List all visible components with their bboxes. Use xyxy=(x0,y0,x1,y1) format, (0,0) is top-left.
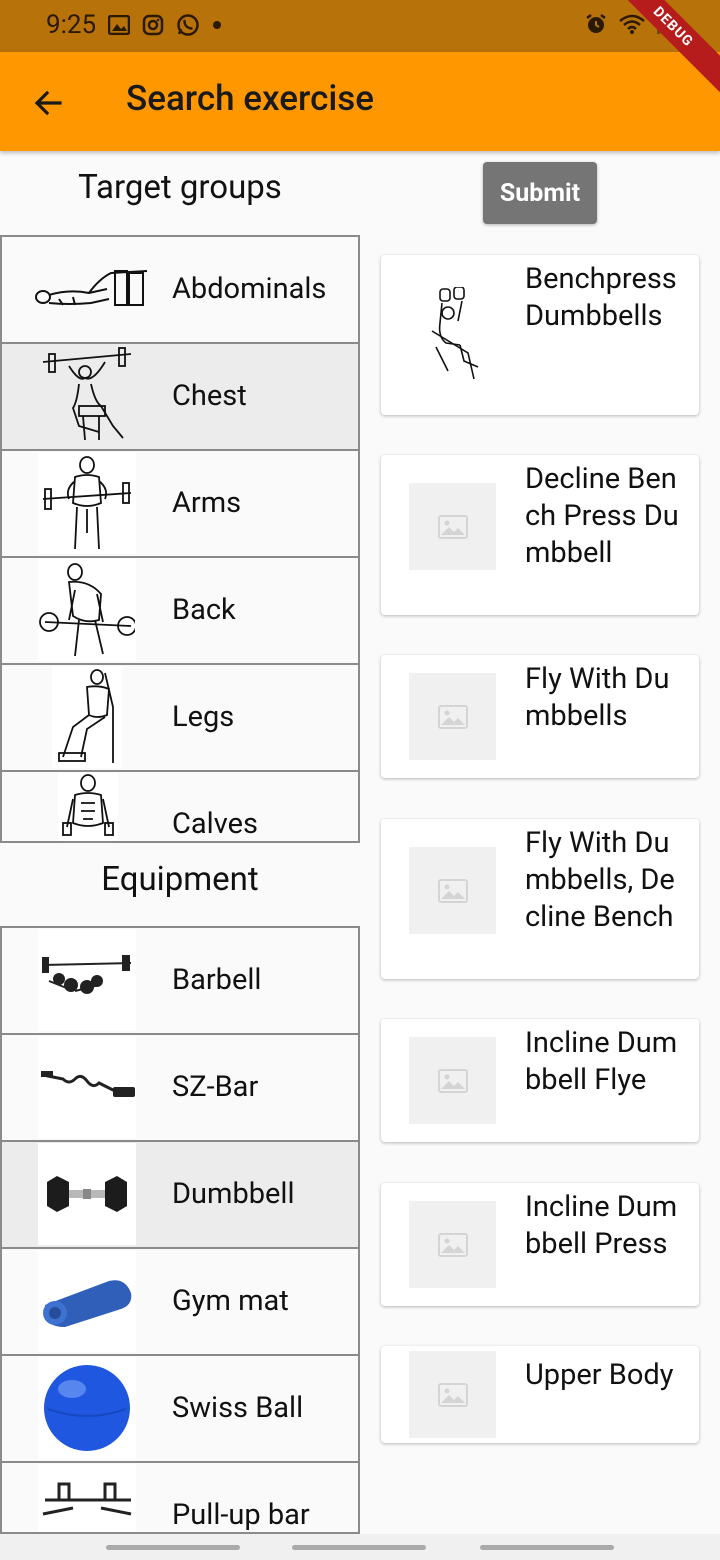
gym-mat-icon xyxy=(38,1250,136,1352)
equipment-item-dumbbell[interactable]: Dumbbell xyxy=(2,1142,358,1249)
equipment-item-gym-mat[interactable]: Gym mat xyxy=(2,1249,358,1356)
arms-figure-image xyxy=(38,452,136,554)
image-placeholder xyxy=(409,673,496,760)
equipment-label: Barbell xyxy=(172,963,262,997)
equipment-label: Dumbbell xyxy=(172,1177,295,1211)
result-label: Incline Dumbbell Press xyxy=(525,1190,678,1261)
gallery-icon xyxy=(108,15,130,35)
equipment-item-pull-up-bar[interactable]: Pull-up bar xyxy=(2,1463,358,1532)
status-bar: 9:25 xyxy=(0,0,720,52)
target-group-item-chest[interactable]: Chest xyxy=(2,344,358,451)
arrow-back-icon xyxy=(34,90,62,116)
app-bar: Search exercise xyxy=(0,52,720,151)
back-figure-image xyxy=(38,559,136,661)
nav-back-pill[interactable] xyxy=(480,1545,614,1550)
system-navigation-bar xyxy=(0,1534,720,1560)
image-placeholder xyxy=(409,1201,496,1288)
result-label: Decline Bench Press Dumbbell xyxy=(525,462,679,570)
target-group-item-abdominals[interactable]: Abdominals xyxy=(2,237,358,344)
submit-button[interactable]: Submit xyxy=(483,162,597,224)
image-placeholder-icon xyxy=(437,1068,468,1093)
target-group-label: Abdominals xyxy=(172,272,327,306)
target-group-label: Arms xyxy=(172,486,242,520)
alarm-icon xyxy=(586,14,606,33)
equipment-item-barbell[interactable]: Barbell xyxy=(2,928,358,1035)
benchpress-figure-image xyxy=(409,285,496,385)
dumbbell-icon xyxy=(38,1143,136,1245)
target-groups-heading: Target groups xyxy=(78,168,282,207)
result-card-benchpress-dumbbells[interactable]: Benchpress Dumbbells xyxy=(381,255,699,415)
image-placeholder-icon xyxy=(437,514,468,539)
result-card-incline-dumbbell-press[interactable]: Incline Dumbbell Press xyxy=(381,1183,699,1306)
equipment-label: SZ-Bar xyxy=(172,1070,259,1104)
barbell-icon xyxy=(38,929,136,1031)
instagram-icon xyxy=(142,14,164,36)
result-card-fly-with-dumbbells-decline-bench[interactable]: Fly With Dumbbells, Decline Bench xyxy=(381,819,699,979)
equipment-label: Gym mat xyxy=(172,1284,289,1318)
target-group-label: Back xyxy=(172,593,236,627)
target-group-item-legs[interactable]: Legs xyxy=(2,665,358,772)
status-notification-icons xyxy=(108,13,222,37)
status-time: 9:25 xyxy=(46,10,97,40)
image-placeholder xyxy=(409,847,496,934)
target-group-item-arms[interactable]: Arms xyxy=(2,451,358,558)
sz-bar-icon xyxy=(38,1036,136,1138)
equipment-list[interactable]: Barbell SZ-Bar Dumbbell Gym mat Swiss Ba… xyxy=(0,926,360,1534)
page-title: Search exercise xyxy=(126,78,375,119)
result-label: Fly With Dumbbells xyxy=(525,662,670,733)
more-notifications-dot-icon xyxy=(213,21,221,29)
pull-up-bar-icon xyxy=(38,1464,136,1532)
image-placeholder xyxy=(409,1037,496,1124)
target-group-item-calves[interactable]: Calves xyxy=(2,772,358,841)
target-group-label: Chest xyxy=(172,379,247,413)
result-card-fly-with-dumbbells[interactable]: Fly With Dumbbells xyxy=(381,655,699,778)
nav-recents-pill[interactable] xyxy=(106,1545,240,1550)
equipment-item-sz-bar[interactable]: SZ-Bar xyxy=(2,1035,358,1142)
image-placeholder xyxy=(409,1351,496,1438)
result-card-incline-dumbbell-flye[interactable]: Incline Dumbbell Flye xyxy=(381,1019,699,1142)
abdominals-figure-image xyxy=(22,238,156,340)
calves-figure-image xyxy=(58,773,118,841)
image-placeholder-icon xyxy=(437,1232,468,1257)
target-group-label: Legs xyxy=(172,700,235,734)
whatsapp-icon xyxy=(177,14,199,36)
target-groups-list[interactable]: Abdominals Chest Arms Back Legs Calves xyxy=(0,235,360,843)
result-label: Benchpress Dumbbells xyxy=(525,262,677,333)
wifi-icon xyxy=(619,14,645,34)
target-group-item-back[interactable]: Back xyxy=(2,558,358,665)
equipment-heading: Equipment xyxy=(101,860,259,899)
swiss-ball-icon xyxy=(38,1357,136,1459)
equipment-label: Pull-up bar xyxy=(172,1498,310,1532)
result-label: Incline Dumbbell Flye xyxy=(525,1026,678,1097)
nav-home-pill[interactable] xyxy=(292,1545,426,1550)
result-card-upper-body[interactable]: Upper Body xyxy=(381,1346,699,1443)
image-placeholder-icon xyxy=(437,878,468,903)
equipment-label: Swiss Ball xyxy=(172,1391,304,1425)
image-placeholder-icon xyxy=(437,704,468,729)
result-label: Fly With Dumbbells, Decline Bench xyxy=(525,826,675,934)
back-button[interactable] xyxy=(24,79,72,127)
image-placeholder-icon xyxy=(437,1382,468,1407)
legs-figure-image xyxy=(52,666,122,768)
image-placeholder xyxy=(409,483,496,570)
result-card-decline-bench-press-dumbbell[interactable]: Decline Bench Press Dumbbell xyxy=(381,455,699,615)
chest-figure-image xyxy=(38,345,136,447)
equipment-item-swiss-ball[interactable]: Swiss Ball xyxy=(2,1356,358,1463)
target-group-label: Calves xyxy=(172,807,258,841)
result-label: Upper Body xyxy=(525,1358,674,1392)
